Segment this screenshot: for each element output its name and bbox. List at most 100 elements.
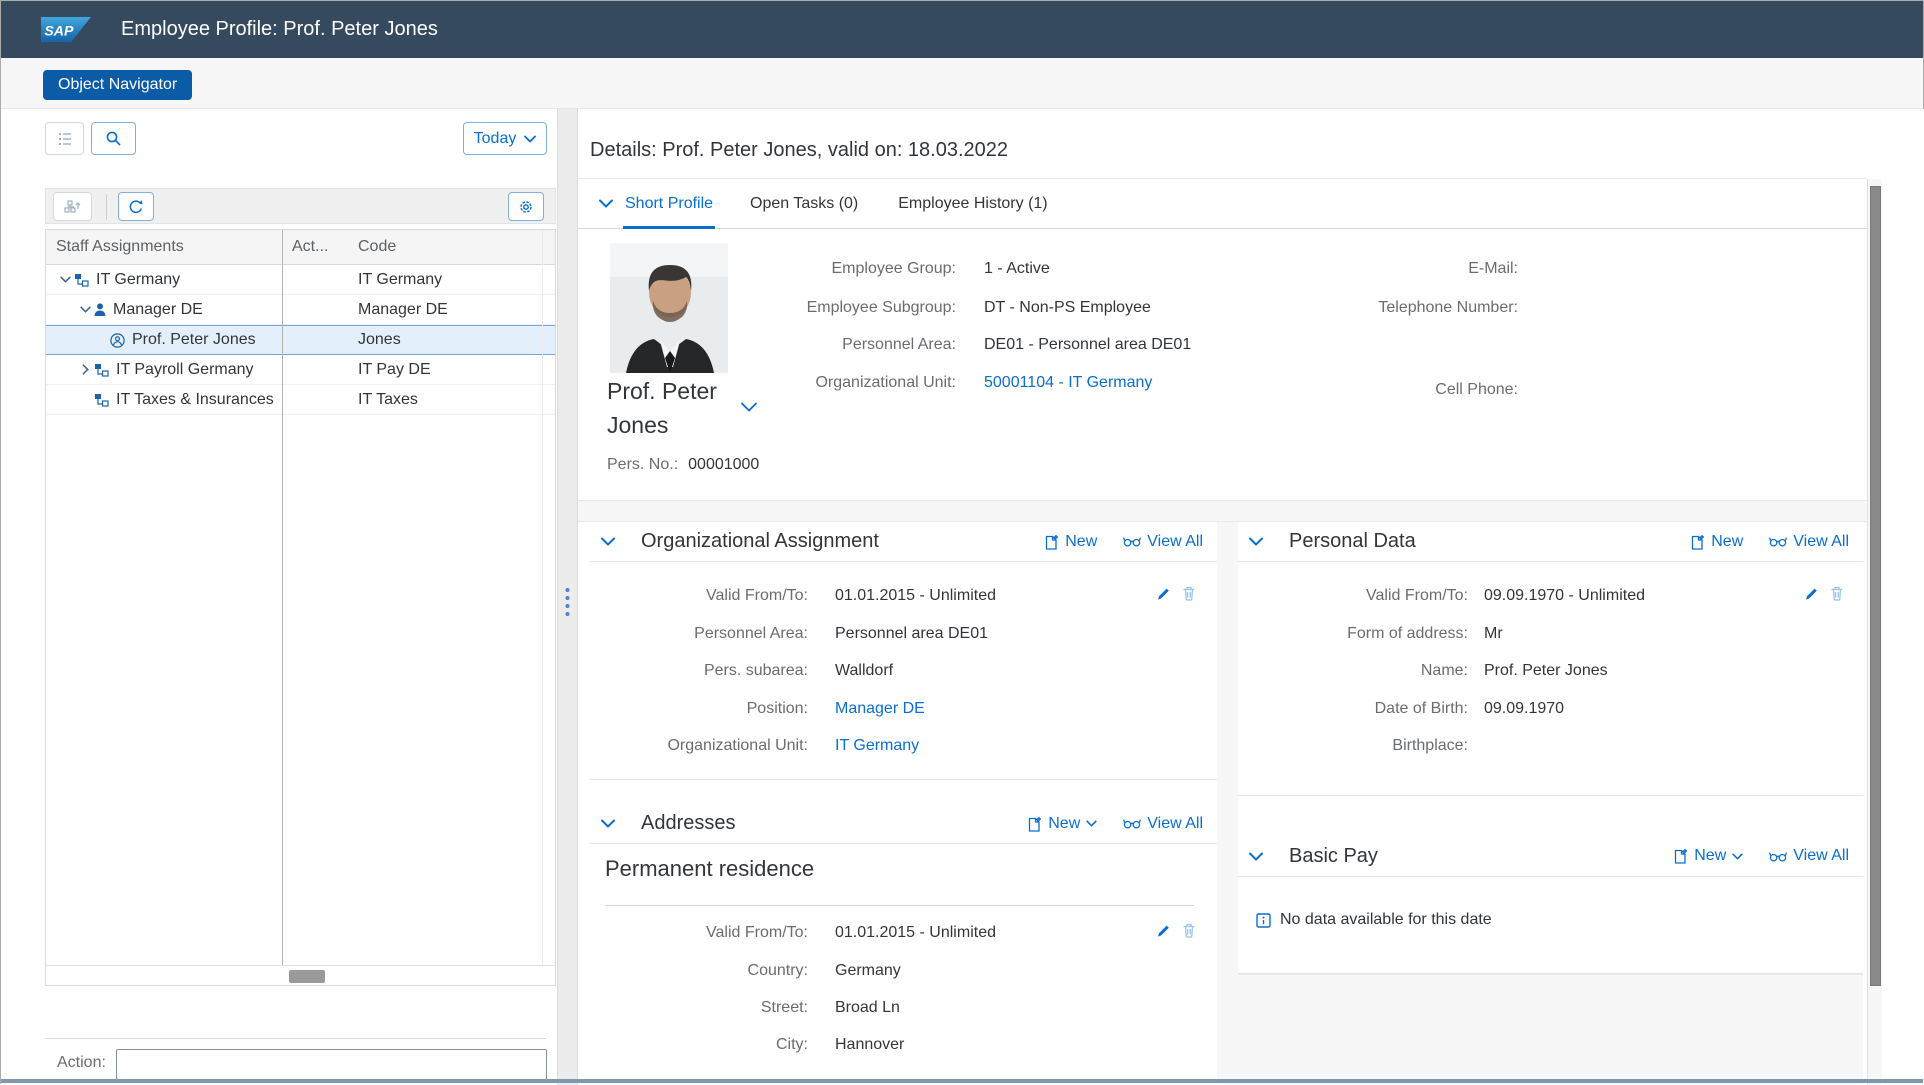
code-cell: Jones [348,326,542,354]
add-document-icon [1674,848,1688,864]
field-row: Name: Prof. Peter Jones [1238,654,1863,691]
tree-toolbar [45,188,556,224]
new-menu-button[interactable]: New [1674,847,1743,865]
legend-button[interactable] [45,122,84,155]
svg-text:SAP: SAP [44,23,74,39]
org-unit-icon [94,363,109,377]
section-personal-data: Personal Data New View All [1238,522,1863,796]
settings-button[interactable] [508,192,544,221]
glasses-icon [1123,536,1141,547]
view-all-label: View All [1793,847,1849,865]
glasses-icon [1123,818,1141,829]
field-row: Form of address: Mr [1238,617,1863,654]
view-all-button[interactable]: View All [1123,533,1203,551]
section-title: Personal Data [1289,530,1416,553]
vertical-scrollbar[interactable] [1867,179,1882,1085]
hscroll-track-border [46,965,555,966]
field-value: 01.01.2015 - Unlimited [835,587,996,605]
code-cell: IT Taxes [348,385,542,414]
tree-node-label: IT Germany [96,271,180,289]
tab-employee-history[interactable]: Employee History (1) [898,195,1047,213]
details-title: Details: Prof. Peter Jones, valid on: 18… [590,139,1008,162]
field-value: DT - Non-PS Employee [984,299,1151,317]
new-menu-button[interactable]: New [1028,815,1097,833]
search-button[interactable] [91,122,136,155]
chevron-down-icon[interactable] [1249,537,1263,546]
org-chart-up-button[interactable] [53,192,92,221]
section-separator [578,500,1867,522]
tab-open-tasks[interactable]: Open Tasks (0) [750,195,858,213]
action-input[interactable] [116,1049,547,1080]
org-unit-link[interactable]: IT Germany [835,737,919,755]
new-label: New [1048,815,1080,833]
refresh-button[interactable] [118,192,154,221]
today-dropdown[interactable]: Today [463,122,547,155]
chevron-down-icon[interactable] [599,199,613,208]
field-label: E-Mail: [1218,260,1518,278]
expand-icon[interactable] [76,364,94,375]
field-row: Date of Birth: 09.09.1970 [1238,692,1863,729]
field-value: 01.01.2015 - Unlimited [835,924,996,942]
section-title: Organizational Assignment [641,530,879,553]
field-row: Valid From/To: 09.09.1970 - Unlimited [1238,579,1863,616]
column-header-act[interactable]: Act... [282,238,348,256]
tree-row-it-germany[interactable]: IT Germany IT Germany [46,265,555,295]
code-cell: Manager DE [348,295,542,324]
section-title: Basic Pay [1289,845,1378,868]
tree-row-it-payroll-germany[interactable]: IT Payroll Germany IT Pay DE [46,355,555,385]
collapse-icon[interactable] [56,276,74,283]
tree-row-prof-peter-jones[interactable]: Prof. Peter Jones Jones [46,325,555,355]
glasses-icon [1769,536,1787,547]
personnel-number-row: Pers. No.:00001000 [607,456,759,474]
chevron-down-icon[interactable] [601,819,615,828]
tree-row-it-taxes-insurances[interactable]: IT Taxes & Insurances IT Taxes [46,385,555,415]
field-label: Valid From/To: [1238,587,1468,605]
today-label: Today [474,130,517,148]
view-all-button[interactable]: View All [1769,533,1849,551]
delete-icon[interactable] [1182,923,1196,938]
org-chart-up-icon [64,199,81,214]
tab-short-profile[interactable]: Short Profile [625,195,713,213]
object-navigator-button[interactable]: Object Navigator [43,70,192,100]
chevron-down-icon[interactable] [601,537,615,546]
search-icon [105,130,122,147]
refresh-icon [128,199,144,215]
act-cell [282,326,348,354]
view-all-label: View All [1147,815,1203,833]
panel-splitter[interactable] [557,109,578,1085]
position-link[interactable]: Manager DE [835,700,925,718]
new-button[interactable]: New [1691,533,1743,551]
toolbar-separator [106,194,107,220]
tree-node-label: Prof. Peter Jones [132,331,256,349]
view-all-button[interactable]: View All [1123,815,1203,833]
add-document-icon [1045,534,1059,550]
column-header-code[interactable]: Code [348,238,542,256]
column-header-staff-assignments[interactable]: Staff Assignments [46,238,282,256]
view-all-button[interactable]: View All [1769,847,1849,865]
field-row: Country: Germany [590,954,1217,991]
edit-icon[interactable] [1156,923,1171,938]
active-tab-underline [623,226,715,229]
horizontal-scrollbar-thumb[interactable] [289,970,325,983]
field-value: 1 - Active [984,260,1050,278]
field-label: Birthplace: [1238,737,1468,755]
edit-icon[interactable] [1156,586,1171,601]
chevron-down-icon[interactable] [1249,852,1263,861]
tree-row-manager-de[interactable]: Manager DE Manager DE [46,295,555,325]
vertical-scrollbar-thumb[interactable] [1870,186,1881,986]
field-value: Germany [835,962,901,980]
new-button[interactable]: New [1045,533,1097,551]
section-header: Personal Data New View All [1238,522,1863,562]
delete-icon[interactable] [1830,586,1844,601]
tab-strip: Short Profile Open Tasks (0) Employee Hi… [578,179,1867,229]
delete-icon[interactable] [1182,586,1196,601]
column-divider[interactable] [282,230,283,965]
action-label: Action: [57,1054,106,1072]
field-value: Walldorf [835,662,893,680]
no-data-message: No data available for this date [1280,911,1492,929]
chevron-down-icon [524,135,536,143]
edit-icon[interactable] [1804,586,1819,601]
collapse-icon[interactable] [76,306,94,313]
section-basic-pay: Basic Pay New [1238,836,1863,974]
tree-node-label: IT Taxes & Insurances [116,391,274,409]
